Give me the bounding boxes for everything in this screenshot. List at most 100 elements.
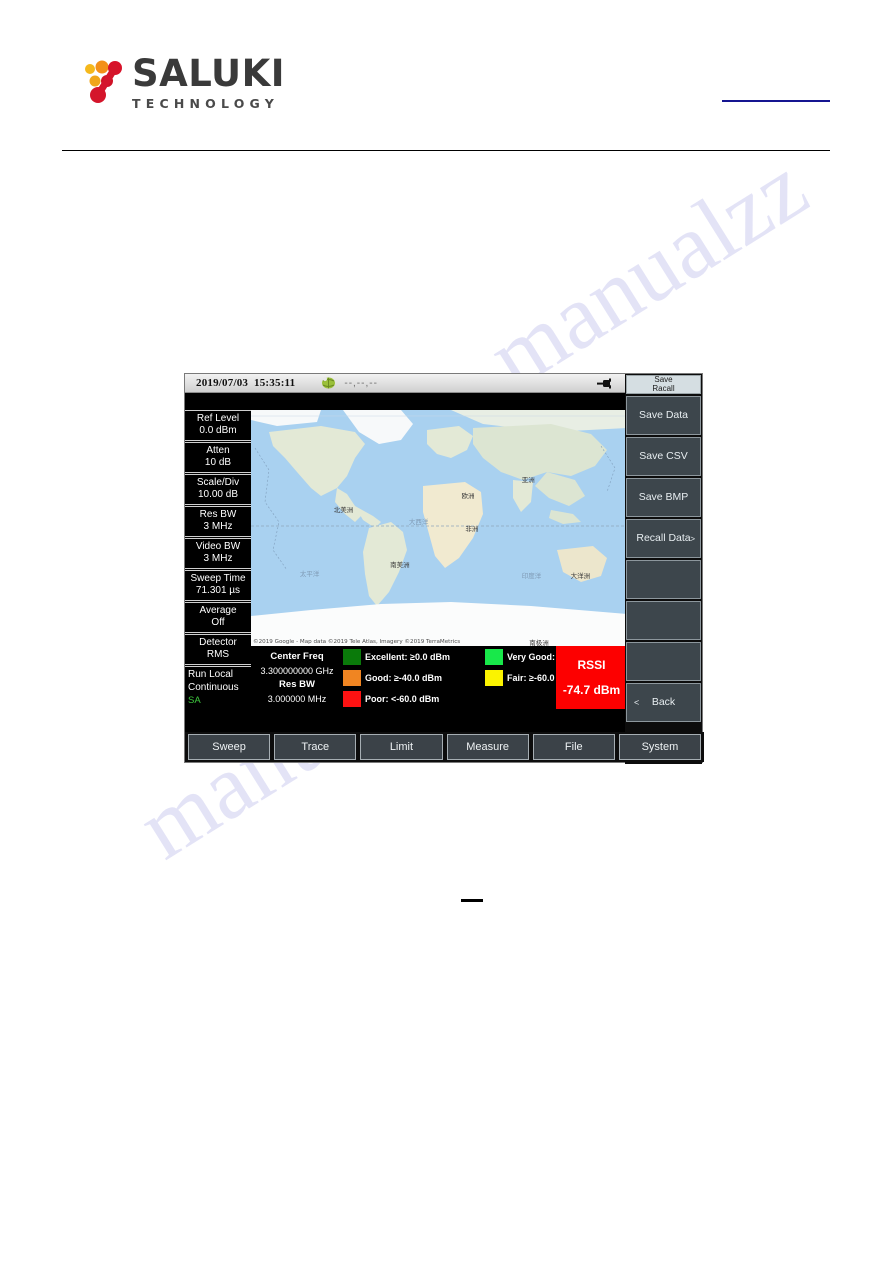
- param-ref-level[interactable]: Ref Level 0.0 dBm: [185, 410, 251, 441]
- param-sweep-time[interactable]: Sweep Time 71.301 µs: [185, 570, 251, 601]
- legend-item-good: Good: ≥-40.0 dBm: [343, 667, 485, 688]
- logo-tagline-text: TECHNOLOGY: [132, 96, 279, 111]
- tab-limit[interactable]: Limit: [360, 734, 443, 760]
- param-label: Res BW: [199, 509, 237, 520]
- param-label: Scale/Div: [196, 477, 240, 488]
- legend-label-poor: Poor: <-60.0 dBm: [365, 693, 440, 704]
- softkey-label: Save BMP: [638, 491, 689, 503]
- screen-top-gap: [185, 393, 627, 410]
- param-value: 3 MHz: [203, 521, 233, 532]
- param-atten[interactable]: Atten 10 dB: [185, 442, 251, 473]
- satellite-icon: [321, 376, 336, 390]
- legend-swatch-excellent: [343, 648, 361, 665]
- map-label-indian-ocean: 印度洋: [521, 572, 542, 581]
- map-label-atlantic-ocean: 大西洋: [408, 518, 429, 527]
- date-text: 2019/07/03: [196, 377, 249, 389]
- logo-brand-text: SALUKI: [132, 52, 286, 95]
- frequency-readout: Center Freq 3.300000000 GHz Res BW 3.000…: [251, 646, 343, 709]
- res-bw-value: 3.000000 MHz: [267, 694, 327, 704]
- softkey-title-line2: Racall: [652, 383, 675, 393]
- legend-swatch-poor: [343, 690, 361, 707]
- map-label-africa: 非洲: [465, 525, 479, 534]
- world-map[interactable]: 北美洲 南美洲 欧洲 亚洲 非洲 大洋洲 大西洋 太平洋 印度洋 南极洲 ©20…: [251, 410, 627, 646]
- param-detector[interactable]: Detector RMS: [185, 634, 251, 665]
- softkey-save-csv[interactable]: Save CSV: [626, 437, 701, 476]
- param-label: Ref Level: [196, 413, 240, 424]
- rssi-panel: RSSI -74.7 dBm: [556, 646, 627, 709]
- bottom-tab-bar: Sweep Trace Limit Measure File System: [185, 732, 704, 762]
- softkey-save-bmp[interactable]: Save BMP: [626, 478, 701, 517]
- center-freq-value: 3.300000000 GHz: [260, 666, 334, 676]
- softkey-back[interactable]: < Back: [626, 683, 701, 722]
- param-value: 10 dB: [204, 457, 232, 468]
- tab-system[interactable]: System: [618, 734, 702, 760]
- world-map-graphic: [251, 410, 627, 646]
- param-average[interactable]: Average Off: [185, 602, 251, 633]
- legend-item-excellent: Excellent: ≥0.0 dBm: [343, 646, 485, 667]
- center-freq-label: Center Freq: [270, 651, 324, 662]
- param-value: 71.301 µs: [195, 585, 241, 596]
- header-link-rule[interactable]: [722, 100, 830, 102]
- softkey-menu-title: Save Racall: [626, 375, 701, 394]
- parameter-column: Ref Level 0.0 dBm Atten 10 dB Scale/Div …: [185, 410, 251, 710]
- header-divider: [62, 150, 830, 151]
- param-res-bw[interactable]: Res BW 3 MHz: [185, 506, 251, 537]
- softkey-save-data[interactable]: Save Data: [626, 396, 701, 435]
- legend-band: Center Freq 3.300000000 GHz Res BW 3.000…: [251, 646, 627, 709]
- param-value: Off: [211, 617, 225, 628]
- rssi-value: -74.7 dBm: [562, 682, 621, 697]
- legend-item-poor: Poor: <-60.0 dBm: [343, 688, 485, 709]
- status-block: Run Local Continuous SA: [185, 666, 251, 710]
- legend-swatch-fair: [485, 669, 503, 686]
- legend-swatch-good: [343, 669, 361, 686]
- chevron-right-icon: >: [690, 534, 695, 543]
- rssi-label: RSSI: [577, 658, 606, 673]
- title-bar: 2019/07/03 15:35:11 --,--,--: [185, 374, 627, 393]
- map-label-oceania: 大洋洲: [570, 572, 591, 581]
- brand-logo: SALUKI TECHNOLOGY: [82, 55, 342, 117]
- map-label-pacific-ocean: 太平洋: [299, 570, 320, 579]
- chevron-left-icon: <: [634, 697, 640, 707]
- res-bw-label: Res BW: [279, 679, 315, 690]
- status-mode-sa: SA: [188, 695, 201, 706]
- legend-label-excellent: Excellent: ≥0.0 dBm: [365, 651, 450, 662]
- param-value: 0.0 dBm: [199, 425, 237, 436]
- datetime-display: 2019/07/03 15:35:11: [196, 377, 295, 389]
- status-run-local: Run Local: [188, 669, 234, 680]
- map-label-south-america: 南美洲: [390, 560, 410, 569]
- tab-sweep[interactable]: Sweep: [188, 734, 271, 760]
- legend-swatch-very-good: [485, 648, 503, 665]
- param-label: Detector: [199, 637, 237, 648]
- map-label-europe: 欧洲: [461, 492, 475, 501]
- map-attribution: ©2019 Google - Map data ©2019 Tele Atlas…: [253, 639, 461, 645]
- param-label: Video BW: [195, 541, 241, 552]
- status-sweep-mode: Continuous: [188, 681, 239, 693]
- param-value: 3 MHz: [203, 553, 233, 564]
- tab-file[interactable]: File: [532, 734, 615, 760]
- param-label: Sweep Time: [190, 573, 246, 584]
- param-label: Average: [199, 605, 237, 616]
- plug-icon: [597, 378, 613, 389]
- param-scale-div[interactable]: Scale/Div 10.00 dB: [185, 474, 251, 505]
- tab-measure[interactable]: Measure: [446, 734, 529, 760]
- tab-trace[interactable]: Trace: [274, 734, 357, 760]
- map-label-asia: 亚洲: [521, 475, 535, 484]
- map-label-north-america: 北美洲: [333, 506, 354, 515]
- logo-text: SALUKI TECHNOLOGY: [132, 52, 286, 112]
- softkey-empty-3[interactable]: [626, 642, 701, 681]
- page-watermark-secondary: manualzz: [471, 134, 825, 409]
- param-value: RMS: [206, 649, 230, 660]
- time-text: 15:35:11: [254, 377, 296, 389]
- softkey-label: Save CSV: [639, 450, 688, 462]
- param-video-bw[interactable]: Video BW 3 MHz: [185, 538, 251, 569]
- coordinates-text: --,--,--: [344, 377, 378, 389]
- page-dash-mark: [461, 899, 483, 902]
- softkey-empty-1[interactable]: [626, 560, 701, 599]
- param-label: Atten: [206, 445, 230, 456]
- instrument-screen: 2019/07/03 15:35:11 --,--,-- Ref Level 0…: [184, 373, 704, 764]
- softkey-label: Save Data: [638, 409, 689, 421]
- softkey-label: Recall Data: [636, 532, 691, 544]
- softkey-empty-2[interactable]: [626, 601, 701, 640]
- softkey-recall-data[interactable]: Recall Data >: [626, 519, 701, 558]
- softkey-menu: Save Racall Save Data Save CSV Save BMP …: [625, 374, 702, 764]
